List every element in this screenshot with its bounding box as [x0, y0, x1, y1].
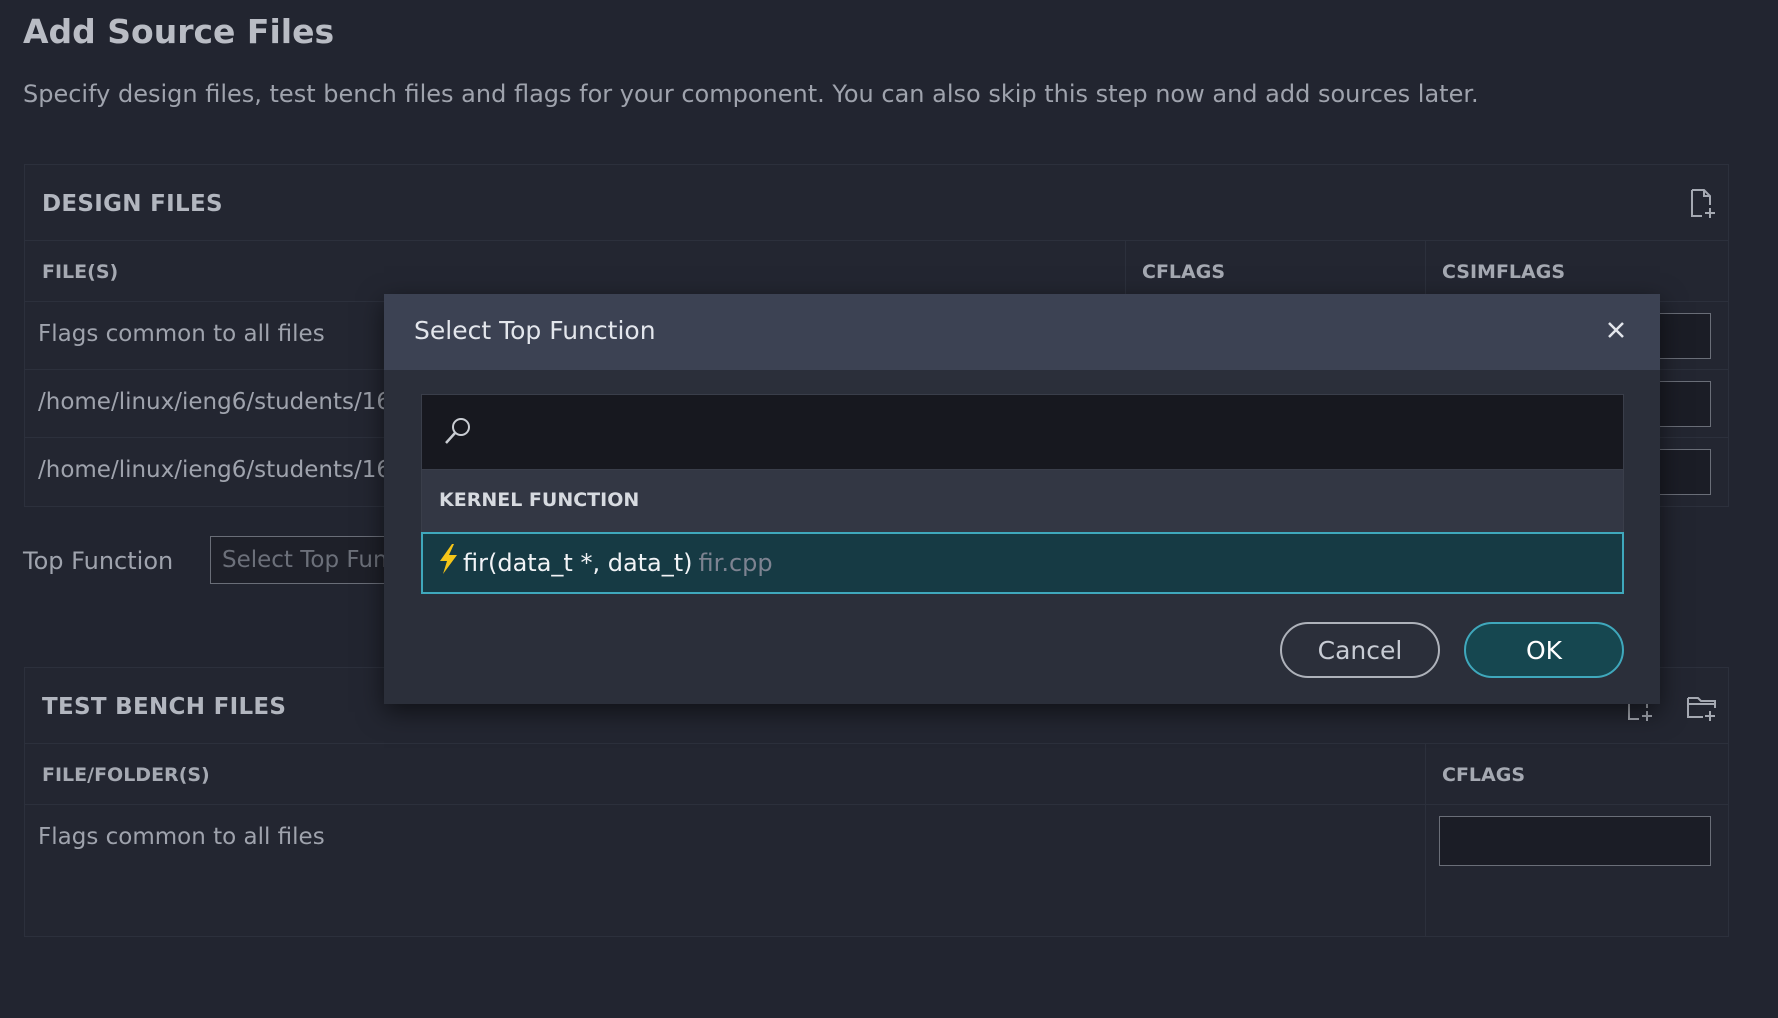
ok-button[interactable]: OK [1464, 622, 1624, 678]
table-row: Flags common to all files [25, 804, 1728, 873]
file-label: Flags common to all files [38, 321, 325, 347]
dialog-title: Select Top Function [414, 316, 656, 345]
list-header: KERNEL FUNCTION [421, 470, 1624, 532]
page-title: Add Source Files [23, 12, 335, 51]
function-name: fir(data_t *, data_t) [463, 549, 693, 577]
column-header-files: FILE(S) [42, 261, 119, 283]
top-function-placeholder: Select Top Fun [222, 547, 388, 573]
file-path: /home/linux/ieng6/students/16 [38, 389, 392, 415]
list-header-label: KERNEL FUNCTION [439, 489, 640, 511]
file-path: /home/linux/ieng6/students/16 [38, 457, 392, 483]
search-icon [445, 418, 470, 444]
function-file: fir.cpp [698, 549, 773, 577]
kernel-function-item[interactable]: fir(data_t *, data_t) fir.cpp [421, 532, 1624, 594]
page-description: Specify design files, test bench files a… [23, 80, 1479, 108]
add-source-files-page: Add Source Files Specify design files, t… [0, 0, 1778, 1018]
add-folder-icon[interactable] [1685, 690, 1719, 724]
cflags-input[interactable] [1439, 816, 1711, 866]
column-header-cflags: CFLAGS [1142, 261, 1226, 283]
close-icon[interactable] [1598, 312, 1634, 348]
add-file-icon[interactable] [1685, 187, 1719, 221]
select-top-function-dialog: Select Top Function KERNEL FUNCTION fir(… [384, 294, 1660, 704]
column-header-file-folders: FILE/FOLDER(S) [42, 764, 210, 786]
design-files-header: DESIGN FILES [25, 165, 1728, 241]
cancel-button[interactable]: Cancel [1280, 622, 1440, 678]
test-bench-files-panel: TEST BENCH FILES FILE/FOLDER(S) CFLAGS F… [24, 667, 1729, 937]
file-label: Flags common to all files [38, 824, 325, 850]
design-files-title: DESIGN FILES [42, 191, 223, 217]
top-function-label: Top Function [23, 547, 174, 575]
dialog-header: Select Top Function [384, 294, 1660, 370]
function-signature: fir(data_t *, data_t) fir.cpp [463, 549, 773, 577]
bolt-icon [440, 544, 457, 574]
column-header-cflags: CFLAGS [1442, 764, 1526, 786]
search-box [421, 394, 1624, 470]
column-header-csimflags: CSIMFLAGS [1442, 261, 1566, 283]
test-bench-files-title: TEST BENCH FILES [42, 694, 287, 720]
search-input[interactable] [488, 409, 1592, 457]
